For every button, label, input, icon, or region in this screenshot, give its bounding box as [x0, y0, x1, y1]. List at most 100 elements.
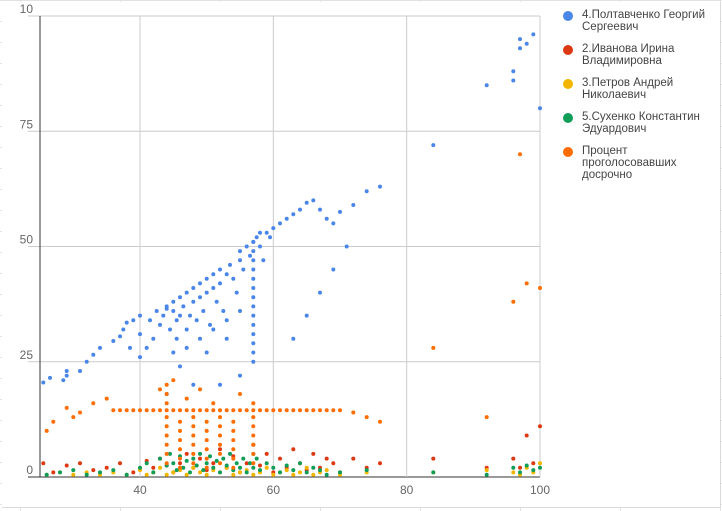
scatter-point — [64, 369, 69, 373]
scatter-point — [238, 373, 242, 378]
scatter-point — [251, 350, 256, 355]
scatter-point — [211, 401, 216, 406]
scatter-point — [244, 408, 249, 413]
scatter-point — [164, 304, 169, 309]
scatter-point — [251, 249, 256, 254]
scatter-point — [171, 408, 176, 413]
scatter-point — [164, 433, 169, 438]
scatter-point — [231, 456, 236, 461]
scatter-point — [164, 408, 169, 413]
scatter-point — [211, 327, 216, 332]
scatter-point — [291, 472, 296, 477]
scatter-point — [351, 456, 356, 461]
scatter-point — [218, 382, 222, 387]
scatter-point — [251, 433, 256, 438]
scatter-point — [164, 392, 169, 396]
scatter-point — [124, 408, 129, 413]
scatter-point — [248, 253, 252, 258]
legend-swatch — [563, 79, 573, 89]
legend-label: 5.Сухенко Константин Эдуардович — [582, 111, 700, 135]
legend-item: 5.Сухенко Константин Эдуардович — [562, 111, 712, 135]
scatter-point — [271, 408, 276, 413]
scatter-point — [238, 408, 242, 413]
scatter-point — [198, 451, 202, 456]
scatter-point — [431, 456, 436, 461]
scatter-point — [71, 472, 76, 477]
scatter-point — [518, 152, 522, 157]
scatter-point — [164, 461, 169, 466]
scatter-point — [98, 470, 102, 475]
scatter-point — [291, 336, 296, 341]
scatter-point — [164, 415, 169, 420]
scatter-point — [231, 419, 236, 424]
scatter-point — [241, 267, 246, 272]
scatter-point — [311, 465, 316, 470]
scatter-point — [258, 230, 262, 235]
scatter-point — [104, 396, 109, 401]
scatter-point — [251, 276, 256, 281]
scatter-point — [234, 461, 239, 466]
scatter-point — [531, 32, 536, 37]
scatter-point — [231, 472, 236, 477]
scatter-point — [338, 470, 342, 475]
scatter-point — [238, 309, 242, 313]
scatter-point — [204, 276, 209, 281]
scatter-point — [218, 447, 222, 452]
scatter-point — [124, 320, 129, 325]
scatter-point — [161, 313, 166, 318]
scatter-point — [318, 207, 322, 212]
scatter-point — [91, 468, 96, 473]
scatter-point — [251, 424, 256, 429]
scatter-point — [284, 408, 289, 413]
scatter-point — [191, 408, 196, 413]
scatter-point — [184, 327, 189, 332]
scatter-point — [538, 461, 542, 466]
scatter-point — [164, 401, 169, 406]
scatter-point — [138, 355, 142, 360]
legend-label: 2.Иванова Ирина Владимировна — [582, 43, 675, 67]
scatter-point — [168, 327, 172, 332]
x-tick-label: 80 — [400, 483, 414, 497]
scatter-point — [324, 216, 329, 221]
scatter-point — [191, 415, 196, 420]
scatter-point — [251, 341, 256, 346]
scatter-point — [204, 447, 209, 452]
y-tick-label: 10 — [20, 2, 34, 16]
scatter-point — [218, 470, 222, 475]
scatter-point — [364, 189, 369, 194]
scatter-point — [211, 465, 216, 470]
scatter-point — [191, 299, 196, 304]
scatter-point — [198, 295, 202, 300]
scatter-point — [331, 461, 336, 466]
scatter-point — [431, 345, 436, 350]
scatter-point — [284, 463, 289, 468]
scatter-point — [324, 456, 329, 461]
scatter-point — [318, 408, 322, 413]
scatter-point — [198, 387, 202, 392]
scatter-point — [151, 408, 156, 413]
scatter-point — [231, 447, 236, 452]
scatter-point — [338, 209, 342, 214]
scatter-point — [178, 461, 182, 466]
scatter-point — [184, 458, 189, 463]
scatter-point — [218, 442, 222, 447]
scatter-point — [484, 83, 489, 88]
scatter-point — [44, 428, 49, 433]
scatter-point — [131, 470, 136, 475]
scatter-point — [194, 463, 199, 468]
scatter-point — [271, 472, 276, 477]
scatter-point — [178, 364, 182, 369]
scatter-point — [151, 336, 156, 341]
scatter-point — [331, 408, 336, 413]
scatter-point — [304, 200, 309, 205]
scatter-point — [164, 382, 169, 387]
scatter-point — [511, 470, 516, 475]
scatter-point — [198, 281, 202, 286]
scatter-point — [538, 106, 542, 111]
scatter-point — [338, 408, 342, 413]
scatter-point — [178, 447, 182, 452]
scatter-point — [271, 226, 276, 231]
scatter-point — [251, 401, 256, 406]
scatter-point — [104, 465, 109, 470]
scatter-point — [178, 438, 182, 443]
